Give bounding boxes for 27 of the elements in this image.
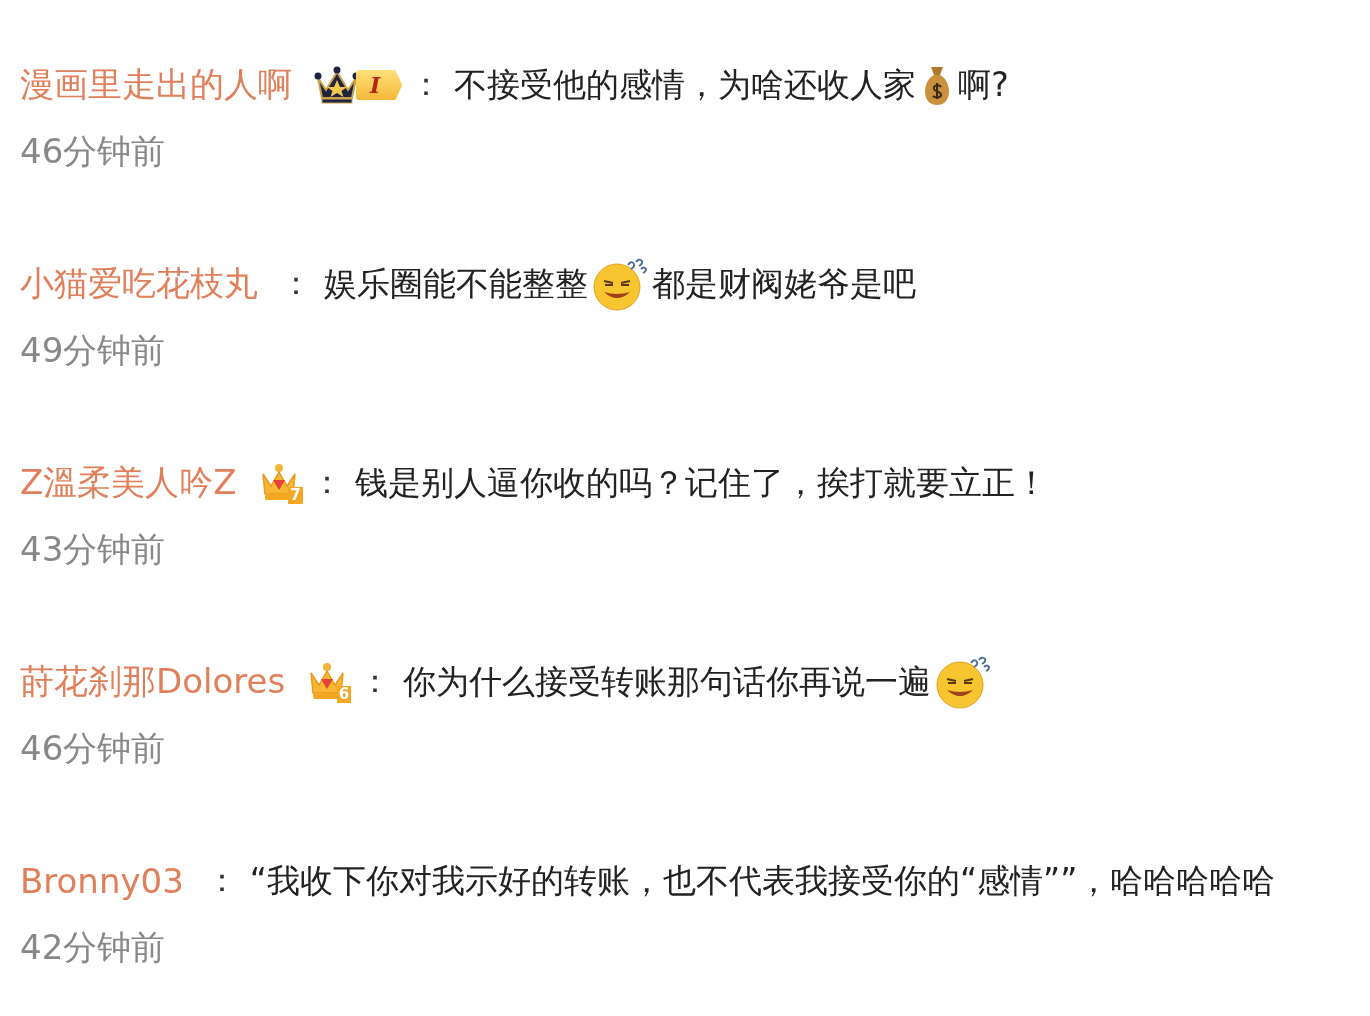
timestamp: 46分钟前 xyxy=(20,727,167,770)
timestamp: 43分钟前 xyxy=(20,528,167,571)
colon-separator: ： xyxy=(280,263,312,304)
username-link[interactable]: 漫画里走出的人啊 xyxy=(20,62,292,108)
colon-separator: ： xyxy=(310,462,343,503)
timestamp: 42分钟前 xyxy=(20,926,167,969)
timestamp: 46分钟前 xyxy=(20,130,167,173)
colon-separator: ： xyxy=(359,661,392,702)
comment-text: “我收下你对我示好的转账，也不代表我接受你的“感情””，哈哈哈哈哈 xyxy=(249,859,1276,902)
username-link[interactable]: Bronny03 xyxy=(20,861,184,901)
grinning-face-icon xyxy=(592,256,648,312)
vip-badge: I xyxy=(314,64,403,106)
username-link[interactable]: Z溫柔美人吟Z xyxy=(20,460,237,506)
comment-text: 啊? xyxy=(958,63,1009,106)
colon-separator: ： xyxy=(410,64,443,105)
comment-text: 都是财阀姥爷是吧 xyxy=(652,262,916,305)
grinning-face-icon xyxy=(935,654,992,710)
comment-text: 钱是别人逼你收的吗？记住了，挨打就要立正！ xyxy=(354,461,1048,504)
crown-badge: 6 xyxy=(307,661,352,703)
comment-text: 娱乐圈能不能整整 xyxy=(324,262,588,305)
colon-separator: ： xyxy=(205,860,238,901)
comment-text: 不接受他的感情，为啥还收人家 xyxy=(454,63,917,106)
username-link[interactable]: 小猫爱吃花枝丸 xyxy=(20,261,258,307)
crown-badge: 7 xyxy=(258,462,303,504)
comment-text: 你为什么接受转账那句话你再说一遍 xyxy=(403,660,932,703)
timestamp: 49分钟前 xyxy=(20,329,167,372)
username-link[interactable]: 莳花刹那Dolores xyxy=(20,659,286,705)
